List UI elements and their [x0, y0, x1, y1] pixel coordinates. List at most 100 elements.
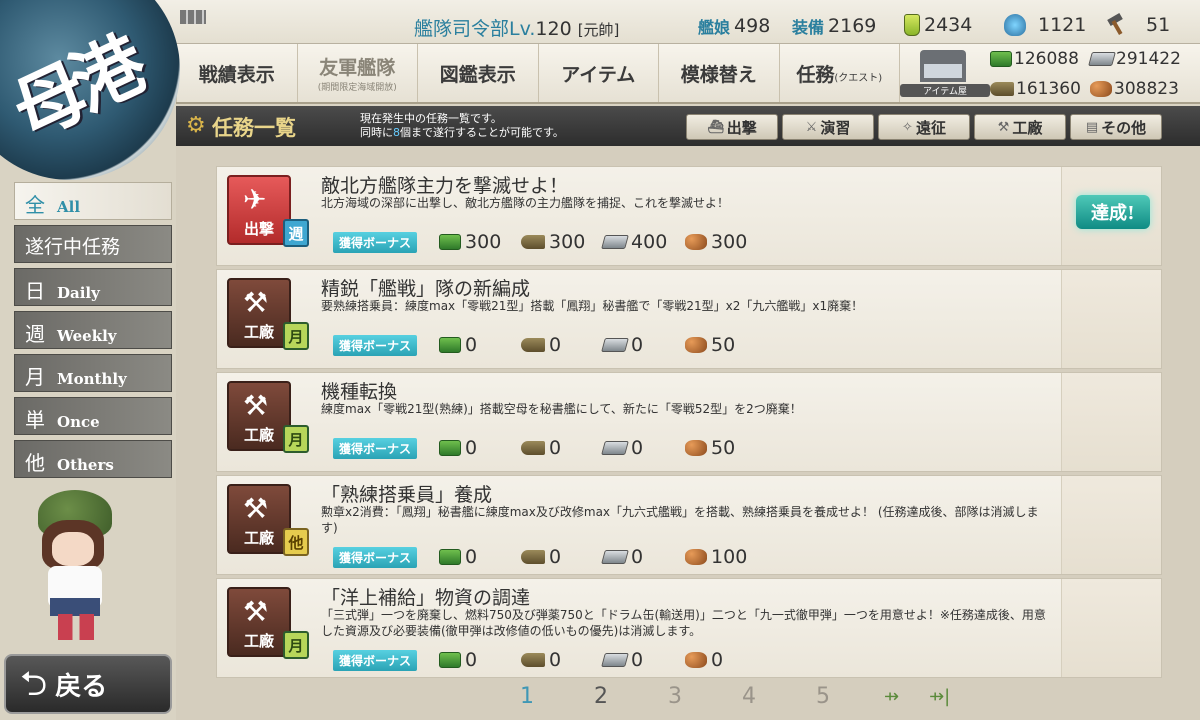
ammo-icon	[521, 338, 546, 352]
reward-bauxite-value: 0	[711, 649, 724, 671]
quest-frequency-badge: 月	[283, 631, 309, 659]
quest-description: 北方海域の深部に出撃し、敵北方艦隊の主力艦隊を捕捉、これを撃滅せよ！	[321, 196, 730, 210]
nav-album[interactable]: 図鑑表示	[418, 44, 539, 102]
filter-once-label: Once	[57, 413, 100, 431]
reward-fuel-value: 0	[465, 437, 478, 459]
tab-other-label: その他	[1101, 118, 1147, 137]
filter-weekly-kanji: 週	[25, 322, 45, 346]
nav-friend-fleet[interactable]: 友軍艦隊 (期間限定海域開放)	[298, 44, 418, 102]
reward-steel-value: 0	[631, 649, 644, 671]
filter-monthly[interactable]: 月 Monthly	[14, 354, 172, 392]
filter-all-label: All	[57, 198, 81, 216]
reward-fuel-value: 0	[465, 546, 478, 568]
reward-ammo: 0	[521, 437, 603, 459]
quest-rewards: 獲得ボーナス 300 300 400 300	[333, 231, 767, 253]
next-page-icon[interactable]: ⇸	[884, 686, 899, 707]
quest-rewards: 獲得ボーナス 0 0 0 50	[333, 437, 767, 459]
nav-quests-sub: (クエスト)	[834, 72, 883, 84]
reward-ammo-value: 300	[549, 231, 586, 253]
quest-complete-badge[interactable]: 達成!	[1076, 195, 1150, 229]
quest-item[interactable]: ⚒ 工廠 月 機種転換 練度max「零戦21型(熟練)」搭載空母を秘書艦にして、新…	[216, 372, 1162, 472]
quest-list-description: 現在発生中の任務一覧です。 同時に8個まで遂行することが可能です。	[360, 112, 564, 140]
reward-ammo: 0	[521, 546, 603, 568]
page-5-button[interactable]: 5	[816, 684, 830, 709]
ship-count-value: 498	[734, 15, 771, 37]
reward-steel: 0	[601, 546, 685, 568]
nav-furniture[interactable]: 模様替え	[659, 44, 780, 102]
nav-items[interactable]: アイテム	[539, 44, 659, 102]
exercise-icon: ⚔	[805, 119, 818, 135]
quest-title: 敵北方艦隊主力を撃滅せよ！	[321, 175, 569, 197]
filter-daily[interactable]: 日 Daily	[14, 268, 172, 306]
filter-daily-kanji: 日	[25, 279, 45, 303]
desc-line-1: 現在発生中の任務一覧です。	[360, 112, 502, 125]
reward-bauxite-value: 100	[711, 546, 748, 568]
bauxite-value: 308823	[1114, 79, 1179, 99]
filter-in-progress[interactable]: 遂行中任務	[14, 225, 172, 263]
quest-item[interactable]: ✈ 出撃 週 敵北方艦隊主力を撃滅せよ！ 北方海域の深部に出撃し、敵北方艦隊の主力…	[216, 166, 1162, 266]
tab-exercise[interactable]: ⚔ 演習	[782, 114, 874, 140]
category-tabs: ⛴ 出撃 ⚔ 演習 ✧ 遠征 ⚒ 工廠 ▤ その他	[686, 114, 1162, 140]
flamethrower-icon	[1004, 14, 1026, 36]
hammer-icon: ⚒	[243, 595, 269, 628]
quest-item[interactable]: ⚒ 工廠 月 「洋上補給」物資の調達 「三式弾」一つを廃棄し、燃料750及び弾薬7…	[216, 578, 1162, 678]
fuel-icon	[439, 549, 462, 565]
admiral-name	[180, 10, 206, 24]
reward-fuel: 300	[439, 231, 521, 253]
steel-icon	[601, 338, 629, 352]
filter-in-progress-label: 遂行中任務	[25, 236, 121, 258]
steel-value: 291422	[1116, 49, 1181, 69]
page-1-button[interactable]: 1	[520, 684, 534, 709]
equip-count-label: 装備	[792, 18, 825, 37]
quest-title: 機種転換	[321, 381, 398, 403]
quest-item[interactable]: ⚒ 工廠 他 「熟練搭乗員」養成 勲章x2消費：「鳳翔」秘書艦に練度max及び改修…	[216, 475, 1162, 575]
resource-panel: 126088 291422 161360 308823	[990, 44, 1200, 104]
quest-frequency-badge: 月	[283, 425, 309, 453]
bucket-value: 2434	[924, 14, 973, 36]
quest-title: 「洋上補給」物資の調達	[321, 587, 531, 609]
quest-category-badge: ✈ 出撃	[227, 175, 291, 245]
page-4-button[interactable]: 4	[742, 684, 756, 709]
fuel-value: 126088	[1014, 49, 1079, 69]
devmat-stat: 51	[1106, 14, 1170, 36]
tab-sortie[interactable]: ⛴ 出撃	[686, 114, 778, 140]
reward-ammo: 0	[521, 334, 603, 356]
equip-count-value: 2169	[828, 15, 877, 37]
page-2-button[interactable]: 2	[594, 684, 608, 709]
nav-furniture-label: 模様替え	[680, 63, 757, 86]
nav-record[interactable]: 戦績表示	[176, 44, 298, 102]
item-shop-button[interactable]: アイテム屋	[900, 44, 990, 104]
chibi-legs	[58, 614, 94, 640]
quest-description: 「三式弾」一つを廃棄し、燃料750及び弾薬750と「ドラム缶(輸送用)」二つと「…	[321, 608, 1046, 638]
reward-bauxite: 100	[685, 546, 767, 568]
pagination: 1 2 3 4 5 ⇸ ⇸|	[520, 684, 950, 709]
fuel-icon	[990, 51, 1012, 67]
back-button[interactable]: ⮌ 戻る	[4, 654, 172, 714]
quest-frequency-badge: 週	[283, 219, 309, 247]
tab-arsenal[interactable]: ⚒ 工廠	[974, 114, 1066, 140]
fuel-icon	[439, 337, 462, 353]
quest-item[interactable]: ⚒ 工廠 月 精鋭「艦戦」隊の新編成 要熟練搭乗員：練度max「零戦21型」搭載「…	[216, 269, 1162, 369]
reward-ammo-value: 0	[549, 334, 562, 356]
reward-steel-value: 0	[631, 437, 644, 459]
filter-all[interactable]: 全 All	[14, 182, 172, 220]
tab-other[interactable]: ▤ その他	[1070, 114, 1162, 140]
last-page-icon[interactable]: ⇸|	[929, 686, 950, 707]
filter-once[interactable]: 単 Once	[14, 397, 172, 435]
flamethrower-value: 1121	[1038, 14, 1087, 36]
ammo-value: 161360	[1016, 79, 1081, 99]
home-port-emblem[interactable]: 母港	[0, 0, 180, 180]
quest-category-label: 工廠	[243, 426, 274, 444]
fuel-icon	[439, 234, 462, 250]
filter-weekly[interactable]: 週 Weekly	[14, 311, 172, 349]
reward-fuel: 0	[439, 546, 521, 568]
reward-steel-value: 400	[631, 231, 668, 253]
bauxite-icon	[685, 337, 708, 353]
ammo-icon	[521, 550, 546, 564]
page-3-button[interactable]: 3	[668, 684, 682, 709]
reward-fuel: 0	[439, 649, 521, 671]
tab-expedition[interactable]: ✧ 遠征	[878, 114, 970, 140]
nav-quests[interactable]: 任務(クエスト)	[780, 44, 900, 102]
flamethrower-stat: 1121	[1004, 14, 1086, 36]
filter-others[interactable]: 他 Others	[14, 440, 172, 478]
